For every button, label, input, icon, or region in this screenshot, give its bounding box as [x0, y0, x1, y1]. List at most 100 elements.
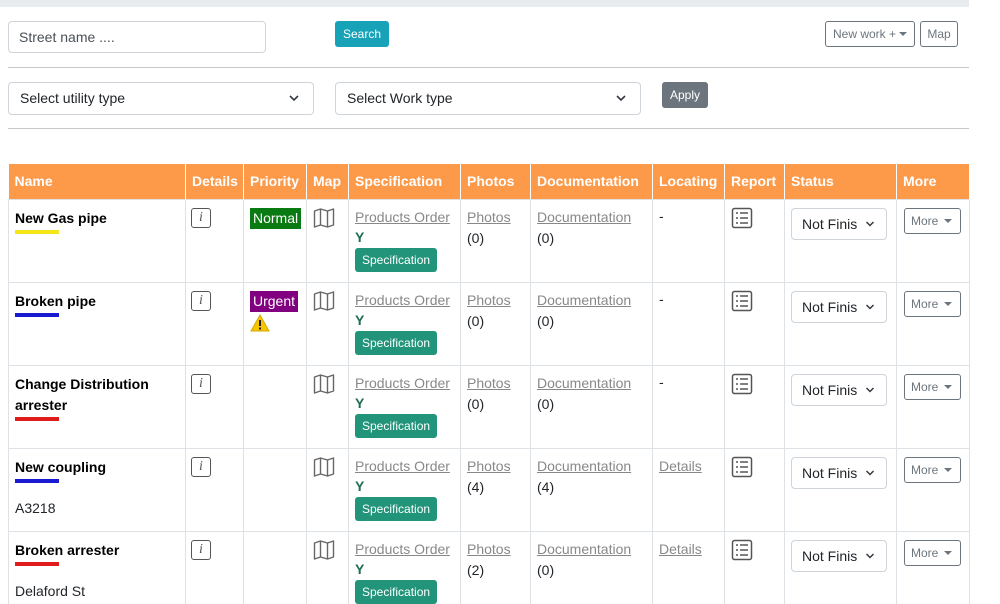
spec-flag: Y — [355, 560, 365, 577]
priority-cell: Normal — [243, 198, 307, 283]
locating-details-link[interactable]: Details — [659, 457, 718, 475]
name-cell: Broken arrester Delaford St — [8, 530, 186, 604]
map-cell[interactable] — [306, 530, 349, 604]
specification-button[interactable]: Specification — [355, 579, 438, 604]
status-select[interactable]: Not Finis — [791, 290, 887, 323]
info-icon[interactable]: i — [191, 290, 211, 311]
photos-link[interactable]: Photos — [467, 457, 524, 475]
map-cell[interactable] — [306, 198, 349, 283]
status-cell: Not Finis — [784, 530, 897, 604]
map-cell[interactable] — [306, 447, 349, 532]
specification-cell: Products Order Y Specification — [348, 364, 461, 449]
more-label: More — [911, 213, 939, 228]
map-cell[interactable] — [306, 364, 349, 449]
documentation-link[interactable]: Documentation — [537, 291, 646, 309]
status-select[interactable]: Not Finis — [791, 207, 887, 240]
specification-cell: Products Order Y Specification — [348, 281, 461, 366]
more-button[interactable]: More — [904, 290, 961, 317]
status-cell: Not Finis — [784, 281, 897, 366]
documentation-count: (0) — [537, 229, 555, 246]
search-button[interactable]: Search — [335, 21, 389, 47]
info-icon[interactable]: i — [191, 539, 211, 560]
more-cell: More — [896, 530, 970, 604]
new-work-label: New work + — [833, 27, 897, 41]
info-icon[interactable]: i — [191, 207, 211, 228]
table-row: Change Distribution arrester i Products Or… — [8, 364, 970, 449]
utility-color-line — [15, 416, 59, 421]
status-select[interactable]: Not Finis — [791, 456, 887, 489]
more-button[interactable]: More — [904, 373, 961, 400]
spec-flag: Y — [355, 311, 365, 328]
table-row: New Gas pipe i Normal Products Order Y Specif… — [8, 198, 970, 283]
work-name: New Gas pipe — [15, 209, 107, 226]
more-button[interactable]: More — [904, 456, 961, 483]
status-cell: Not Finis — [784, 364, 897, 449]
table-row: New coupling A3218 i Products Order Y Specifi… — [8, 447, 970, 532]
work-type-select[interactable]: Select Work type — [335, 82, 641, 115]
specification-button[interactable]: Specification — [355, 330, 438, 355]
chevron-down-icon — [865, 552, 875, 559]
documentation-link[interactable]: Documentation — [537, 540, 646, 558]
documentation-link[interactable]: Documentation — [537, 457, 646, 475]
documentation-count: (0) — [537, 395, 555, 412]
specification-button[interactable]: Specification — [355, 413, 438, 438]
info-icon[interactable]: i — [191, 373, 211, 394]
details-cell: i — [185, 530, 244, 604]
more-cell: More — [896, 198, 970, 283]
documentation-link[interactable]: Documentation — [537, 374, 646, 392]
products-order-link[interactable]: Products Order — [355, 457, 454, 475]
map-icon — [313, 539, 335, 560]
status-select[interactable]: Not Finis — [791, 539, 887, 572]
table-row: Broken arrester Delaford St i Products Orde… — [8, 530, 970, 604]
more-button[interactable]: More — [904, 539, 961, 566]
priority-cell — [243, 447, 307, 532]
documentation-cell: Documentation (4) — [530, 447, 653, 532]
more-label: More — [911, 379, 939, 394]
name-cell: Change Distribution arrester — [8, 364, 186, 449]
map-cell[interactable] — [306, 281, 349, 366]
photos-cell: Photos (2) — [460, 530, 531, 604]
locating-value: - — [659, 207, 664, 224]
photos-link[interactable]: Photos — [467, 374, 524, 392]
top-bar — [0, 0, 969, 7]
work-type-label: Select Work type — [347, 90, 453, 106]
caret-down-icon — [944, 467, 952, 472]
report-cell[interactable] — [724, 198, 785, 283]
report-cell[interactable] — [724, 281, 785, 366]
column-header-status: Status — [784, 164, 897, 199]
utility-type-select[interactable]: Select utility type — [8, 82, 314, 115]
more-label: More — [911, 545, 939, 560]
locating-cell: - — [652, 281, 725, 366]
products-order-link[interactable]: Products Order — [355, 540, 454, 558]
name-cell: New coupling A3218 — [8, 447, 186, 532]
street-search-input[interactable] — [8, 21, 266, 53]
map-button[interactable]: Map — [920, 21, 958, 47]
apply-button[interactable]: Apply — [662, 82, 708, 108]
locating-details-link[interactable]: Details — [659, 540, 718, 558]
new-work-button[interactable]: New work + — [825, 21, 915, 47]
priority-cell — [243, 530, 307, 604]
photos-link[interactable]: Photos — [467, 291, 524, 309]
divider — [8, 67, 969, 68]
column-header-photos: Photos — [460, 164, 531, 199]
photos-link[interactable]: Photos — [467, 208, 524, 226]
documentation-link[interactable]: Documentation — [537, 208, 646, 226]
photos-count: (0) — [467, 395, 485, 412]
products-order-link[interactable]: Products Order — [355, 291, 454, 309]
caret-down-icon — [899, 32, 907, 36]
documentation-count: (4) — [537, 478, 555, 495]
specification-button[interactable]: Specification — [355, 496, 438, 521]
priority-cell: Urgent — [243, 281, 307, 366]
status-select[interactable]: Not Finis — [791, 373, 887, 406]
report-cell[interactable] — [724, 530, 785, 604]
photos-link[interactable]: Photos — [467, 540, 524, 558]
details-cell: i — [185, 281, 244, 366]
info-icon[interactable]: i — [191, 456, 211, 477]
products-order-link[interactable]: Products Order — [355, 208, 454, 226]
report-cell[interactable] — [724, 364, 785, 449]
products-order-link[interactable]: Products Order — [355, 374, 454, 392]
documentation-cell: Documentation (0) — [530, 281, 653, 366]
more-button[interactable]: More — [904, 207, 961, 234]
report-cell[interactable] — [724, 447, 785, 532]
specification-button[interactable]: Specification — [355, 247, 438, 272]
